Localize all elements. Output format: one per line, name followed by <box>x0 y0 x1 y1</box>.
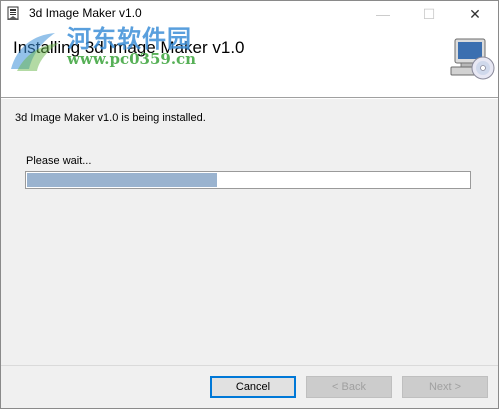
watermark-name: 河东软件园 <box>67 25 192 53</box>
installer-window: 3d Image Maker v1.0 — ☐ ✕ Installing 3d … <box>0 0 499 409</box>
please-wait-label: Please wait... <box>26 155 92 167</box>
back-button[interactable]: < Back <box>306 376 392 398</box>
install-progress-fill <box>27 173 217 187</box>
close-button[interactable]: ✕ <box>452 1 498 27</box>
watermark-url: www.pc0359.cn <box>67 50 197 68</box>
header-banner: Installing 3d Image Maker v1.0 河东软件园 www… <box>1 25 498 97</box>
button-footer: Cancel < Back Next > <box>1 365 498 408</box>
watermark-logo-icon <box>11 33 59 71</box>
computer-cd-icon <box>450 38 495 80</box>
cancel-button[interactable]: Cancel <box>210 376 296 398</box>
window-title: 3d Image Maker v1.0 <box>29 6 142 20</box>
install-progress-panel: 3d Image Maker v1.0 is being installed. … <box>1 99 498 365</box>
install-status-text: 3d Image Maker v1.0 is being installed. <box>15 112 206 124</box>
installer-app-icon <box>7 6 19 20</box>
next-button[interactable]: Next > <box>402 376 488 398</box>
install-progress-bar <box>25 171 471 189</box>
minimize-button[interactable]: — <box>360 1 406 27</box>
maximize-button[interactable]: ☐ <box>406 1 452 27</box>
